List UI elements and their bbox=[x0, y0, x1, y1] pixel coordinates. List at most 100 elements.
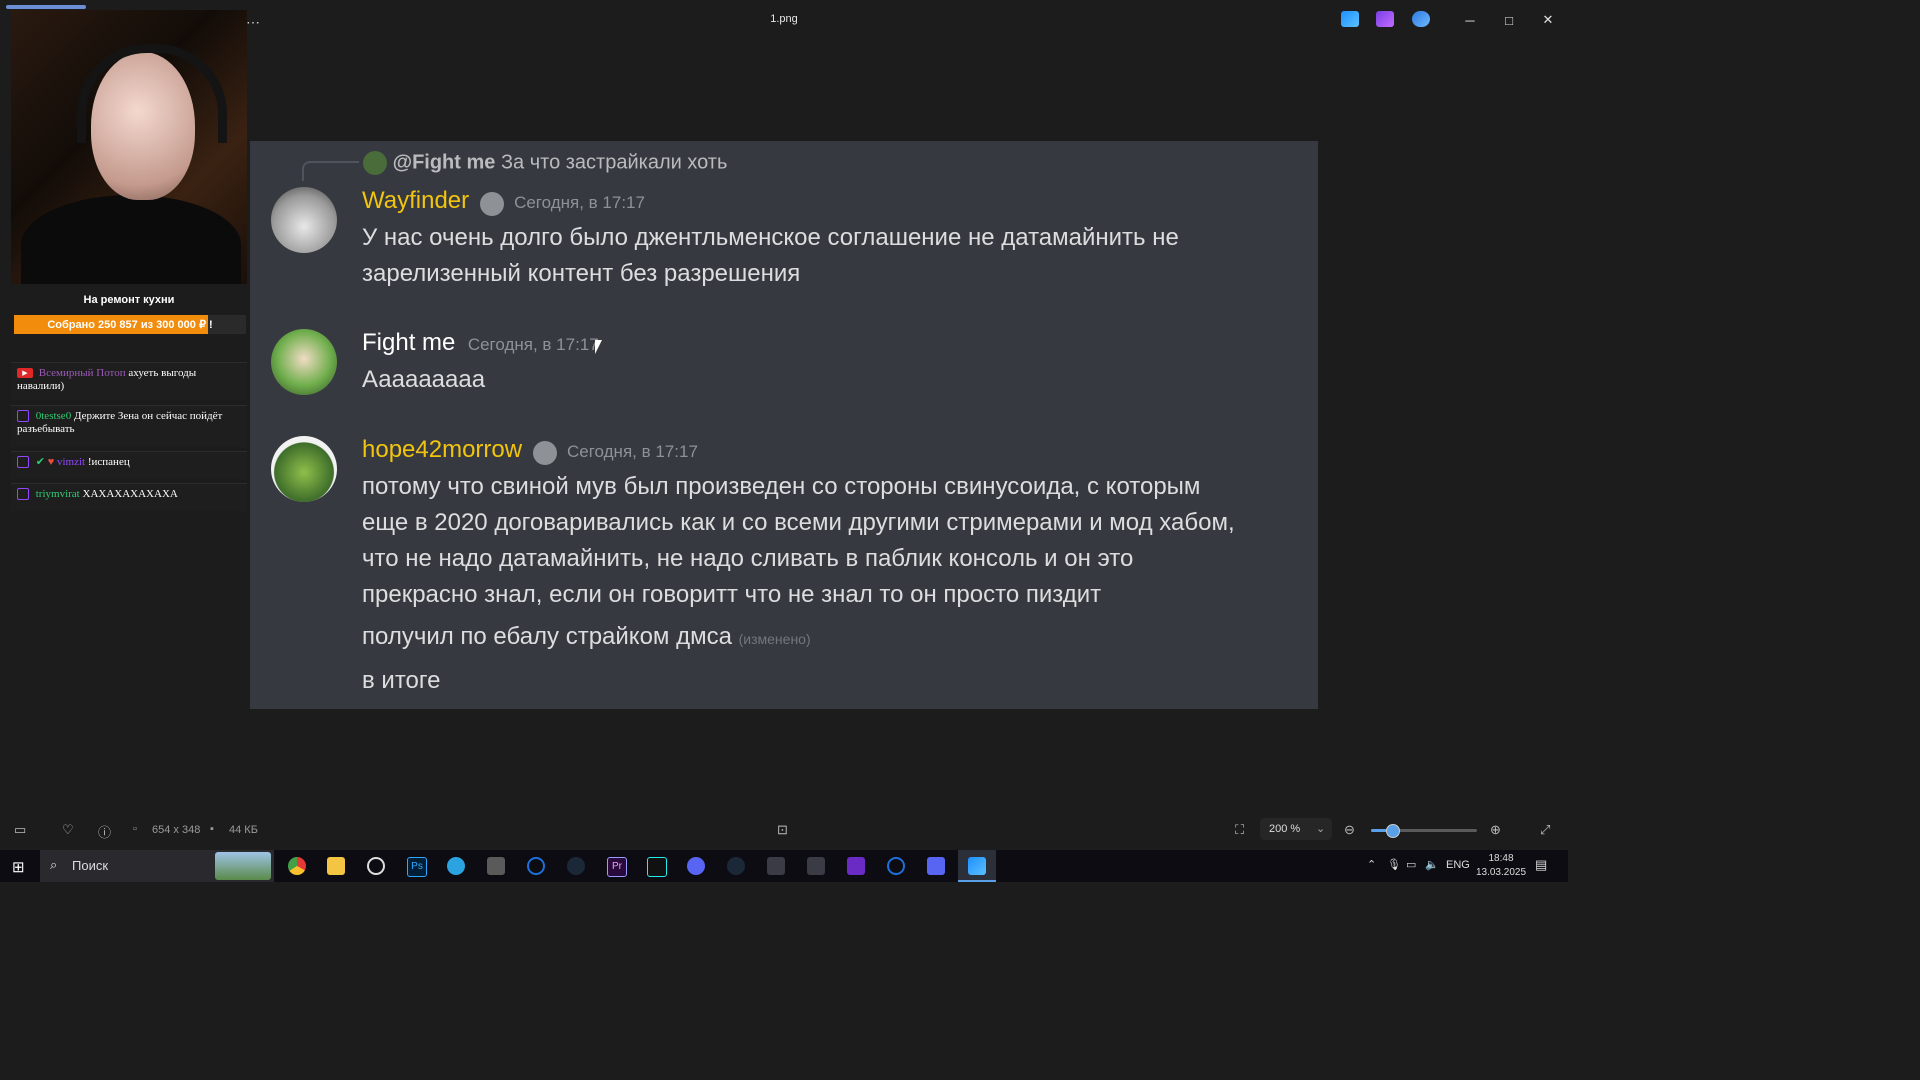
clock-date[interactable]: 13.03.2025 bbox=[1474, 867, 1528, 878]
author-name[interactable]: Wayfinder bbox=[362, 187, 469, 214]
notification-icon[interactable]: ▤ bbox=[1535, 857, 1547, 873]
message-header: hope42morrow Сегодня, в 17:17 bbox=[362, 436, 698, 465]
chat-username: vimzit bbox=[57, 456, 86, 468]
role-icon bbox=[479, 191, 504, 216]
message-line: У нас очень долго было джентльменское со… bbox=[362, 224, 1179, 251]
image-dimensions: 654 x 348 bbox=[152, 824, 201, 836]
author-name[interactable]: hope42morrow bbox=[362, 436, 522, 463]
taskbar-active-app[interactable] bbox=[958, 850, 996, 882]
message-body: У нас очень долго было джентльменское со… bbox=[362, 220, 1179, 292]
tab-indicator[interactable] bbox=[6, 5, 86, 9]
donation-progress-bar: Собрано 250 857 из 300 000 ₽ ! bbox=[14, 315, 246, 334]
avatar[interactable] bbox=[271, 329, 337, 395]
message-line: что не надо датамайнить, не надо сливать… bbox=[362, 545, 1134, 572]
zoom-select[interactable]: 200 % ⌄ bbox=[1260, 818, 1332, 840]
chat-message: ✔ ♥ vimzit !испанец bbox=[11, 451, 247, 479]
zoom-out-icon[interactable]: ⊖ bbox=[1344, 822, 1355, 838]
fullscreen-icon[interactable]: ⤢ bbox=[1540, 822, 1550, 838]
maximize-button[interactable]: □ bbox=[1489, 0, 1529, 40]
onedrive-icon[interactable] bbox=[1412, 11, 1430, 27]
chrome-icon[interactable] bbox=[288, 857, 306, 875]
clock-time[interactable]: 18:48 bbox=[1478, 853, 1524, 864]
filmstrip-icon[interactable]: ▭ bbox=[14, 822, 26, 838]
obs-icon[interactable] bbox=[367, 857, 385, 875]
viewer-toolbar: ▭ ♡ ⓘ ▫ 654 x 348 ▪ 44 КБ ⊡ ⛶ 200 % ⌄ ⊖ … bbox=[0, 810, 1568, 850]
photoshop-icon[interactable]: Ps bbox=[407, 857, 427, 877]
clipchamp-icon[interactable] bbox=[1376, 11, 1394, 27]
app-icon[interactable] bbox=[847, 857, 865, 875]
youtube-icon: ▶ bbox=[17, 368, 33, 379]
reply-preview: @Fight me За что застрайкали хоть bbox=[363, 151, 727, 175]
file-size: 44 КБ bbox=[229, 824, 258, 836]
message-line: потому что свиной мув был произведен со … bbox=[362, 473, 1201, 500]
edge-icon[interactable] bbox=[527, 857, 545, 875]
message-body: Ааааааааа bbox=[362, 362, 485, 398]
chevron-down-icon: ⌄ bbox=[1316, 823, 1326, 835]
edge-icon[interactable] bbox=[887, 857, 905, 875]
favorite-icon[interactable]: ♡ bbox=[62, 822, 74, 838]
more-options-icon[interactable]: ⋯ bbox=[246, 14, 260, 31]
search-placeholder: Поиск bbox=[72, 858, 109, 873]
zoom-in-icon[interactable]: ⊕ bbox=[1490, 822, 1501, 838]
message-body: потому что свиной мув был произведен со … bbox=[362, 469, 1235, 699]
chat-message: 0testse0 Держите Зена он сейчас пойдёт р… bbox=[11, 405, 247, 447]
audio-app-icon[interactable] bbox=[647, 857, 667, 877]
steam-icon[interactable] bbox=[727, 857, 745, 875]
file-explorer-icon[interactable] bbox=[327, 857, 345, 875]
message-header: Fight me Сегодня, в 17:17 bbox=[362, 329, 599, 357]
webcam-shirt bbox=[21, 195, 241, 284]
network-icon[interactable]: ▭ bbox=[1406, 858, 1416, 871]
message-line: в итоге bbox=[362, 667, 441, 694]
file-size-icon: ▪ bbox=[210, 823, 214, 835]
steam-icon[interactable] bbox=[567, 857, 585, 875]
search-icon: ⌕ bbox=[50, 857, 58, 872]
chevron-up-icon[interactable]: ⌃ bbox=[1367, 858, 1376, 871]
calculator-icon[interactable] bbox=[487, 857, 505, 875]
reply-connector bbox=[302, 161, 359, 181]
volume-icon[interactable]: 🔈 bbox=[1425, 858, 1439, 871]
taskbar-search[interactable]: ⌕ Поиск bbox=[40, 850, 274, 882]
zoom-value: 200 % bbox=[1269, 823, 1301, 835]
donation-progress-text: Собрано 250 857 из 300 000 ₽ ! bbox=[47, 319, 213, 331]
discord-icon[interactable] bbox=[687, 857, 705, 875]
donation-goal-title: На ремонт кухни bbox=[83, 294, 175, 306]
minimize-button[interactable]: ─ bbox=[1450, 0, 1490, 40]
zoom-slider-thumb[interactable] bbox=[1386, 824, 1401, 838]
heart-badge-icon: ♥ bbox=[47, 456, 55, 468]
premiere-icon[interactable]: Pr bbox=[607, 857, 627, 877]
chat-username: Всемирный Потоп bbox=[38, 367, 126, 379]
fit-to-window-icon[interactable]: ⛶ bbox=[1235, 822, 1244, 838]
edit-icon[interactable] bbox=[1341, 11, 1359, 27]
game-app-icon[interactable] bbox=[767, 857, 785, 875]
telegram-icon[interactable] bbox=[447, 857, 465, 875]
discord-icon[interactable] bbox=[927, 857, 945, 875]
timestamp: Сегодня, в 17:17 bbox=[567, 442, 698, 461]
reply-avatar bbox=[363, 151, 387, 175]
avatar[interactable] bbox=[271, 187, 337, 253]
chat-username: 0testse0 bbox=[35, 410, 72, 422]
chat-message: triymvirat ХАХАХАХАХАХА bbox=[11, 483, 247, 511]
game-app-icon[interactable] bbox=[807, 857, 825, 875]
reply-text: За что застрайкали хоть bbox=[500, 151, 728, 174]
image-content: @Fight me За что застрайкали хоть Wayfin… bbox=[250, 141, 1318, 709]
chat-text: ХАХАХАХАХАХА bbox=[82, 488, 178, 500]
chat-text: !испанец bbox=[87, 456, 130, 468]
check-badge-icon: ✔ bbox=[35, 456, 45, 468]
visual-search-icon[interactable]: ⊡ bbox=[777, 822, 788, 838]
author-name[interactable]: Fight me bbox=[362, 329, 455, 356]
language-indicator[interactable]: ENG bbox=[1446, 859, 1470, 871]
twitch-icon bbox=[17, 488, 29, 501]
chat-message: ▶ Всемирный Потоп ахуеть выгоды навалили… bbox=[11, 362, 247, 400]
avatar[interactable] bbox=[271, 436, 337, 502]
info-icon[interactable]: ⓘ bbox=[98, 822, 111, 841]
edited-message-line: получил по ебалу страйком дмса (изменено… bbox=[362, 619, 1235, 657]
message-line: получил по ебалу страйком дмса bbox=[362, 623, 732, 650]
windows-start-icon[interactable]: ⊞ bbox=[12, 858, 25, 876]
close-button[interactable]: ✕ bbox=[1528, 0, 1568, 40]
search-highlight-image bbox=[215, 852, 271, 880]
microphone-icon[interactable]: 🎙 bbox=[1387, 858, 1401, 871]
zoom-slider[interactable] bbox=[1371, 824, 1477, 838]
reply-mention: @Fight me bbox=[392, 151, 496, 174]
headset bbox=[77, 44, 227, 143]
message-line: зарелизенный контент без разрешения bbox=[362, 260, 801, 287]
